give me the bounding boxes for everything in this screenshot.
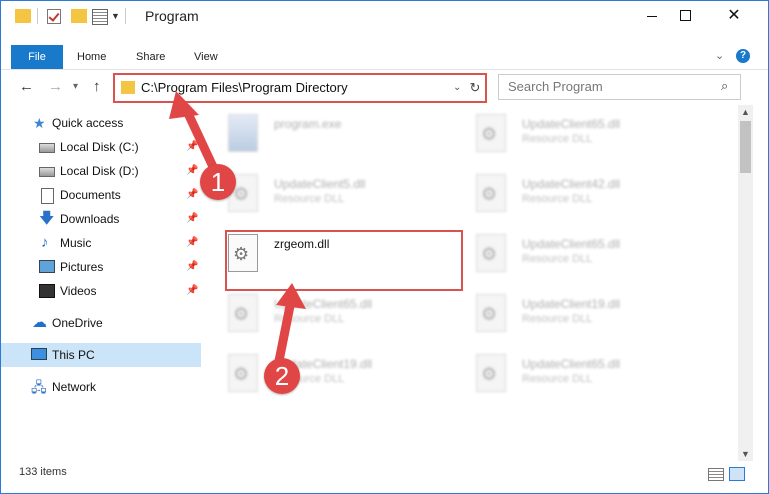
arrow-1 — [169, 91, 220, 176]
arrow-2 — [274, 283, 306, 366]
step-1-marker: 1 — [200, 164, 236, 200]
step-2-marker: 2 — [264, 358, 300, 394]
annotation-arrows — [169, 91, 306, 366]
explorer-window: ▼ Program ✕ File Home Share View ⌄ ? ← →… — [0, 0, 769, 494]
